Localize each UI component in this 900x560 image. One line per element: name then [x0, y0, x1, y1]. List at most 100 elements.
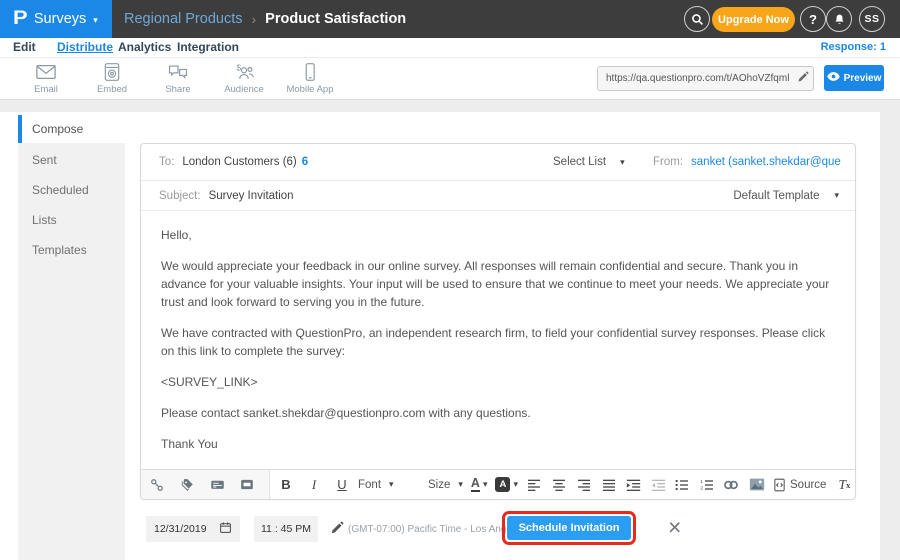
- recipient-count-link[interactable]: 6: [302, 156, 308, 168]
- help-button[interactable]: ?: [800, 6, 826, 32]
- mobile-phone-icon: [277, 62, 343, 82]
- share-icon: [145, 62, 211, 82]
- button-widget-icon[interactable]: [239, 474, 255, 496]
- tab-distribute[interactable]: Distribute: [57, 38, 113, 58]
- schedule-button-highlight: Schedule Invitation: [502, 511, 636, 545]
- justify-icon[interactable]: [601, 474, 617, 496]
- channel-share[interactable]: Share: [145, 62, 211, 95]
- footer-card-icon[interactable]: [209, 474, 225, 496]
- body-paragraph: We would appreciate your feedback in our…: [161, 257, 835, 311]
- search-button[interactable]: [684, 6, 710, 32]
- select-list-dropdown[interactable]: Select List ▾: [553, 156, 625, 168]
- distribute-channel-toolbar: Email Embed Share $ Audience: [0, 58, 900, 100]
- questionpro-logo-icon: P: [13, 8, 28, 30]
- size-dropdown[interactable]: Size ▾: [428, 479, 463, 491]
- body-paragraph: <SURVEY_LINK>: [161, 373, 835, 391]
- align-center-icon[interactable]: [551, 474, 567, 496]
- edit-time-button[interactable]: [330, 521, 344, 540]
- embed-icon: [79, 62, 145, 82]
- remove-format-button[interactable]: Tx: [836, 474, 852, 496]
- breadcrumb-current: Product Satisfaction: [265, 11, 406, 27]
- to-label: To:: [159, 156, 174, 168]
- channel-email[interactable]: Email: [13, 62, 79, 95]
- bell-icon: [833, 13, 846, 26]
- bullet-list-icon[interactable]: [674, 474, 690, 496]
- sidebar-item-templates[interactable]: Templates: [18, 235, 125, 265]
- schedule-invitation-button[interactable]: Schedule Invitation: [507, 516, 631, 540]
- app-window: P Surveys ▾ Regional Products › Product …: [0, 0, 900, 560]
- underline-button[interactable]: U: [334, 474, 350, 496]
- tab-edit[interactable]: Edit: [13, 38, 36, 58]
- tab-integration[interactable]: Integration: [177, 38, 239, 58]
- outdent-icon[interactable]: [650, 474, 666, 496]
- tab-analytics[interactable]: Analytics: [118, 38, 171, 58]
- user-avatar[interactable]: SS: [859, 6, 885, 32]
- chevron-down-icon: ▾: [620, 157, 625, 168]
- top-bar: P Surveys ▾ Regional Products › Product …: [0, 0, 900, 38]
- pencil-icon: [330, 522, 344, 539]
- eye-icon: [827, 71, 840, 85]
- template-label: Default Template: [733, 190, 819, 202]
- hyperlink-icon[interactable]: [723, 474, 739, 496]
- breadcrumb-separator: ›: [252, 11, 257, 27]
- text-color-dropdown[interactable]: A ▾: [471, 477, 488, 492]
- surveys-menu[interactable]: P Surveys ▾: [0, 0, 112, 38]
- template-dropdown[interactable]: Default Template ▾: [733, 190, 839, 202]
- question-mark-icon: ?: [809, 12, 817, 27]
- schedule-date-field[interactable]: 12/31/2019: [146, 516, 240, 542]
- bold-button[interactable]: B: [278, 474, 294, 496]
- numbered-list-icon[interactable]: 12: [699, 474, 715, 496]
- chevron-down-icon: ▾: [458, 479, 463, 490]
- preview-label: Preview: [844, 73, 882, 84]
- bg-color-dropdown[interactable]: A ▾: [495, 477, 518, 492]
- body-paragraph: Hello,: [161, 226, 835, 244]
- email-body-editor[interactable]: Hello, We would appreciate your feedback…: [141, 211, 855, 468]
- from-label: From:: [653, 156, 683, 168]
- font-dropdown[interactable]: Font ▾: [358, 479, 420, 491]
- recipients-row: To: London Customers (6) 6 Select List ▾…: [141, 144, 855, 181]
- to-value[interactable]: London Customers (6): [182, 156, 296, 168]
- insert-image-icon[interactable]: [749, 474, 765, 496]
- timezone-label: (GMT-07:00) Pacific Time - Los Angeles: [348, 524, 525, 535]
- sidebar-item-lists[interactable]: Lists: [18, 205, 125, 235]
- channel-embed[interactable]: Embed: [79, 62, 145, 95]
- indent-icon[interactable]: [625, 474, 641, 496]
- chevron-down-icon: ▾: [834, 190, 839, 201]
- notifications-button[interactable]: [826, 6, 852, 32]
- body-paragraph: Please contact sanket.shekdar@questionpr…: [161, 404, 835, 422]
- upgrade-now-button[interactable]: Upgrade Now: [712, 7, 795, 32]
- editor-toolbar: B I U Font ▾ Size ▾ A ▾ A ▾: [141, 469, 855, 499]
- chevron-down-icon: ▾: [93, 15, 98, 26]
- time-value: 11 : 45 PM: [261, 523, 311, 535]
- preview-button[interactable]: Preview: [824, 65, 884, 91]
- alignment-group: [526, 474, 617, 496]
- svg-text:2: 2: [700, 485, 703, 490]
- align-left-icon[interactable]: [526, 474, 542, 496]
- insert-link-icon[interactable]: [149, 474, 165, 496]
- body-paragraph: Thank You: [161, 435, 835, 453]
- source-button[interactable]: Source: [773, 474, 826, 496]
- subject-value[interactable]: Survey Invitation: [209, 190, 294, 202]
- close-icon[interactable]: ×: [668, 512, 681, 542]
- edit-url-button[interactable]: [793, 70, 813, 88]
- breadcrumb: Regional Products › Product Satisfaction: [124, 0, 406, 38]
- breadcrumb-parent[interactable]: Regional Products: [124, 11, 243, 27]
- from-value-link[interactable]: sanket (sanket.shekdar@ques...: [691, 156, 841, 168]
- product-label: Surveys: [34, 11, 86, 27]
- sidebar-item-compose[interactable]: Compose: [18, 115, 125, 143]
- italic-button[interactable]: I: [306, 474, 322, 496]
- chevron-down-icon: ▾: [389, 479, 394, 490]
- audience-icon: $: [211, 62, 277, 82]
- channel-mobile-app[interactable]: Mobile App: [277, 62, 343, 95]
- response-count[interactable]: Response: 1: [821, 38, 886, 58]
- align-right-icon[interactable]: [576, 474, 592, 496]
- survey-url-field[interactable]: https://qa.questionpro.com/t/AOhoVZfqml: [597, 66, 814, 91]
- sidebar-item-scheduled[interactable]: Scheduled: [18, 175, 125, 205]
- channel-audience[interactable]: $ Audience: [211, 62, 277, 95]
- calendar-icon: [219, 521, 232, 537]
- schedule-time-field[interactable]: 11 : 45 PM: [254, 516, 318, 542]
- merge-tags-icon[interactable]: [179, 474, 195, 496]
- sidebar-item-sent[interactable]: Sent: [18, 145, 125, 175]
- compose-card: To: London Customers (6) 6 Select List ▾…: [140, 143, 856, 500]
- text-style-group: B I U: [278, 474, 350, 496]
